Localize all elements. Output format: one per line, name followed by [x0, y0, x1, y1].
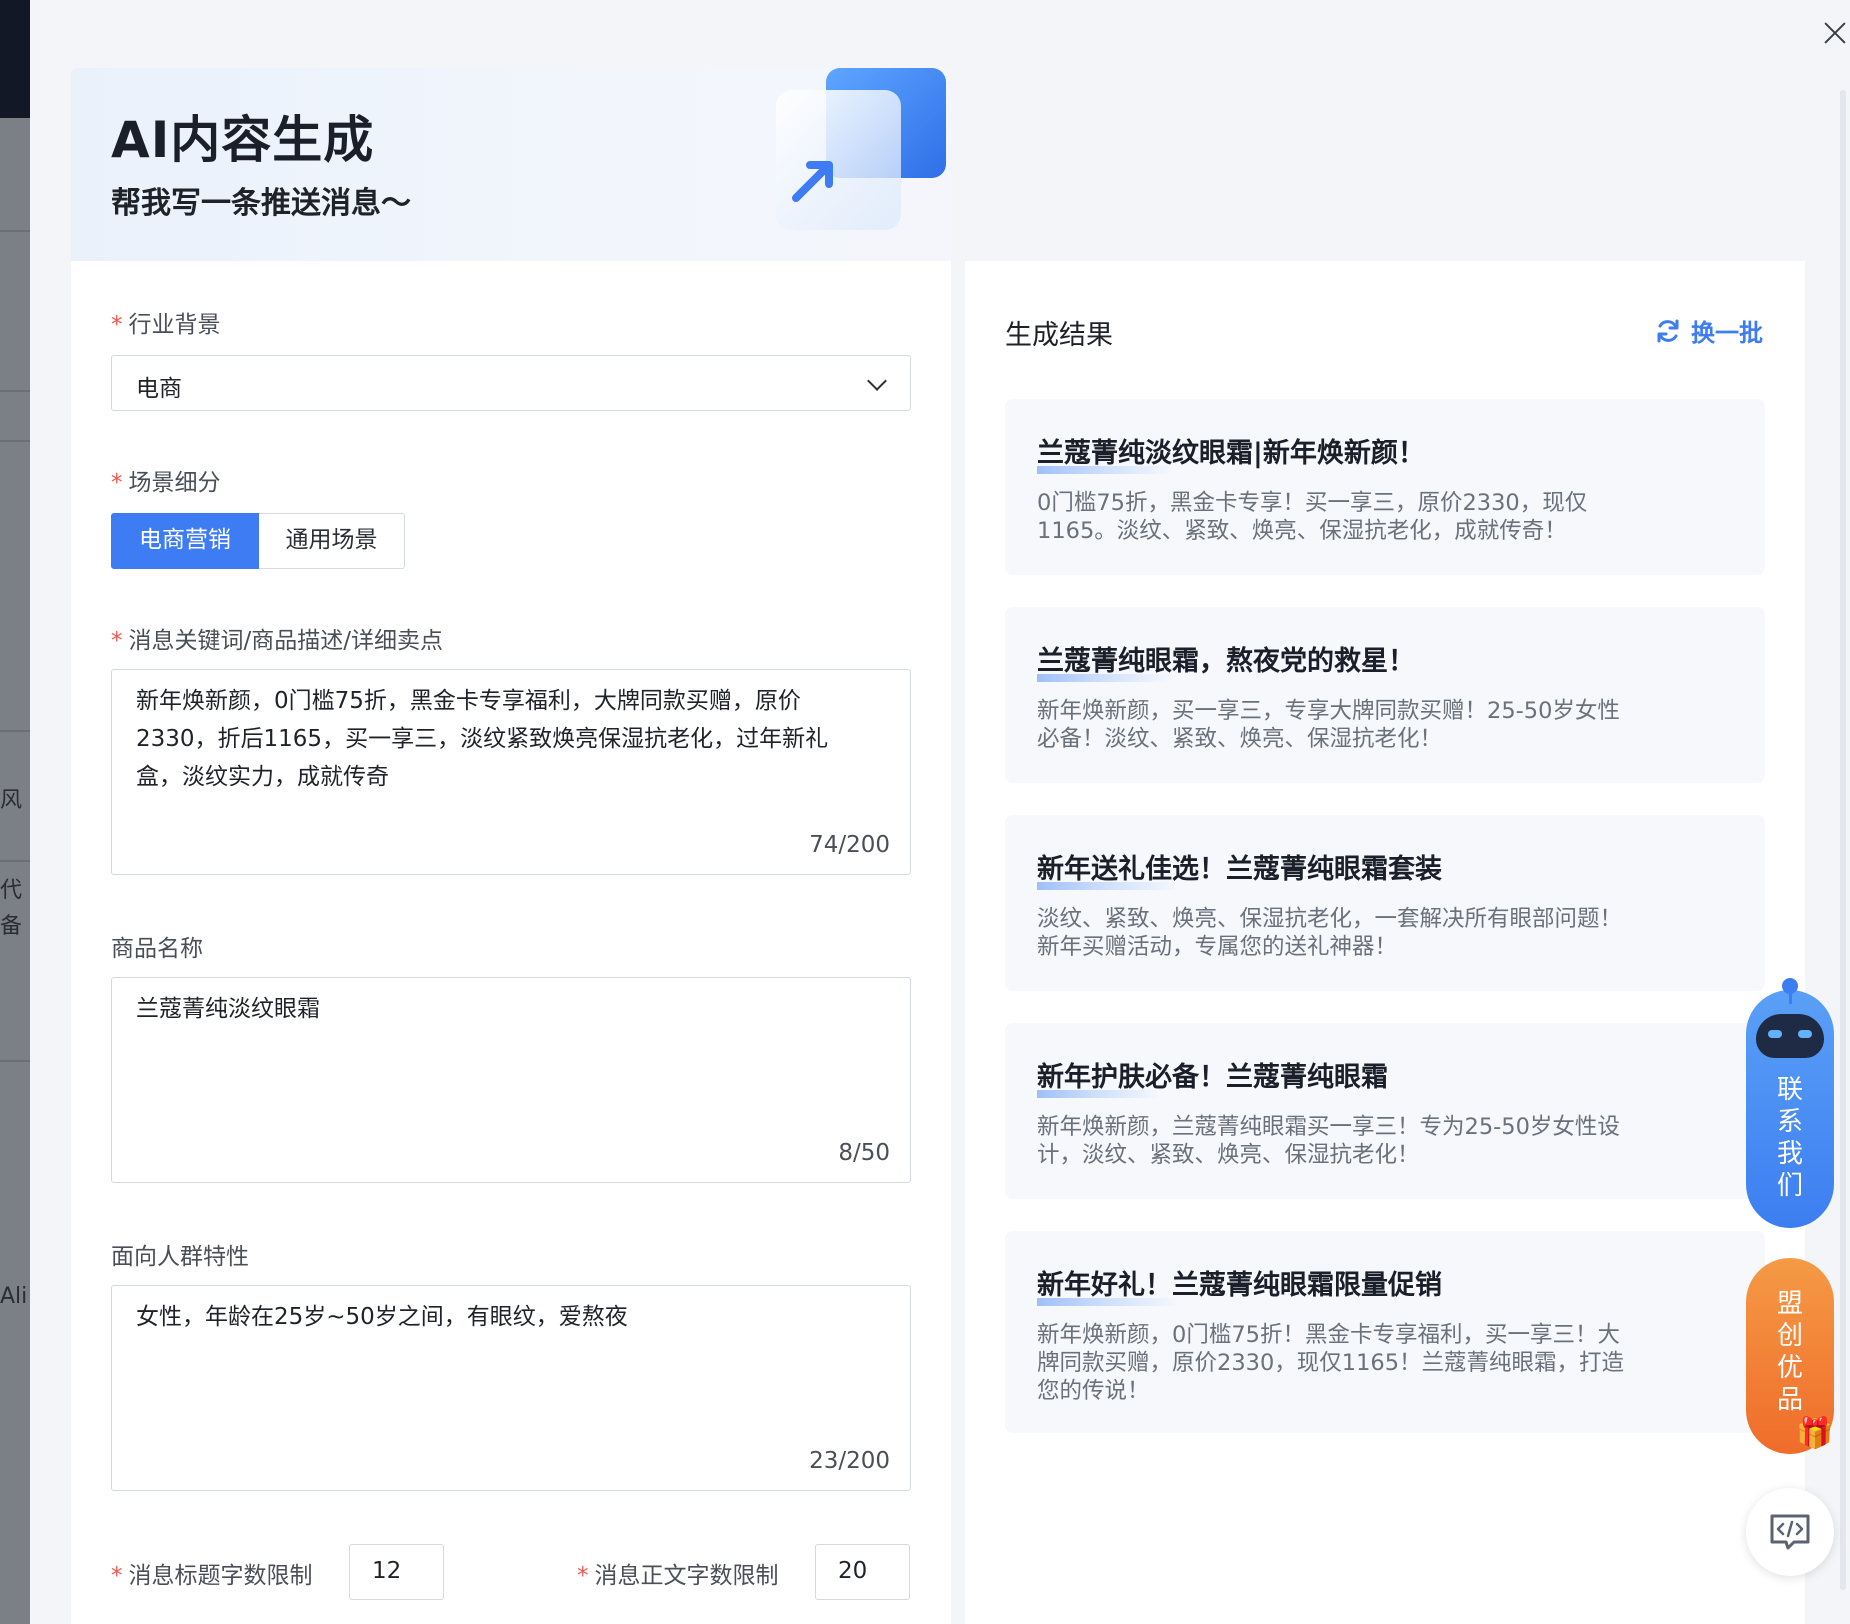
background-text: 备 [0, 914, 23, 939]
robot-antenna-tip [1782, 978, 1798, 994]
background-divider [0, 230, 30, 232]
ai-content-drawer: AI内容生成 帮我写一条推送消息～ * 行业背景 电商 * 场景细分 电商营销 通用… [30, 0, 1850, 1624]
audience-textarea[interactable]: 女性，年龄在25岁~50岁之间，有眼纹，爱熬夜 23/200 [111, 1285, 911, 1491]
keywords-value: 新年焕新颜，0门槛75折，黑金卡专享福利，大牌同款买赠，原价2330，折后116… [136, 688, 829, 790]
background-page: 风 代 备 Ali [0, 0, 30, 1624]
contact-us-label: 联系我们 [1776, 1075, 1803, 1201]
drawer-header: AI内容生成 帮我写一条推送消息～ [71, 68, 951, 261]
keywords-label: * 消息关键词/商品描述/详细卖点 [111, 628, 443, 654]
scene-label: * 场景细分 [111, 470, 221, 496]
product-name-textarea[interactable]: 兰蔻菁纯淡纹眼霜 8/50 [111, 977, 911, 1183]
page-scrollbar[interactable] [1840, 90, 1846, 1590]
result-card[interactable]: 新年好礼！兰蔻菁纯眼霜限量促销 新年焕新颜，0门槛75折！黑金卡专享福利，买一享… [1005, 1231, 1765, 1433]
result-card-title: 兰蔻菁纯淡纹眼霜|新年焕新颜！ [1037, 431, 1425, 474]
result-card[interactable]: 新年护肤必备！兰蔻菁纯眼霜 新年焕新颜，兰蔻菁纯眼霜买一享三！专为25-50岁女… [1005, 1023, 1765, 1199]
keywords-char-count: 74/200 [809, 832, 890, 858]
background-divider [0, 1060, 30, 1062]
promo-button[interactable]: 盟创优品 🎁 [1746, 1258, 1834, 1454]
result-card[interactable]: 兰蔻菁纯眼霜，熬夜党的救星！ 新年焕新颜，买一享三，专享大牌同款买赠！25-50… [1005, 607, 1765, 783]
result-card-title: 新年好礼！兰蔻菁纯眼霜限量促销 [1037, 1263, 1442, 1306]
promo-label: 盟创优品 [1776, 1289, 1803, 1415]
results-title: 生成结果 [1005, 320, 1113, 351]
body-limit-input[interactable]: 20 [815, 1544, 910, 1600]
code-message-icon [1770, 1514, 1810, 1550]
title-limit-label: * 消息标题字数限制 [111, 1563, 313, 1589]
industry-label: * 行业背景 [111, 312, 221, 338]
body-limit-label: * 消息正文字数限制 [577, 1563, 779, 1589]
chevron-down-icon [867, 371, 887, 391]
audience-char-count: 23/200 [809, 1448, 890, 1474]
result-card-body: 0门槛75折，黑金卡专享！买一享三，原价2330，现仅1165。淡纹、紧致、焕亮… [1037, 490, 1588, 544]
industry-value: 电商 [136, 376, 182, 402]
drawer-title: AI内容生成 [111, 111, 375, 169]
keywords-textarea[interactable]: 新年焕新颜，0门槛75折，黑金卡专享福利，大牌同款买赠，原价2330，折后116… [111, 669, 911, 875]
audience-value: 女性，年龄在25岁~50岁之间，有眼纹，爱熬夜 [136, 1304, 628, 1330]
gift-icon: 🎁 [1796, 1416, 1834, 1451]
product-name-label: 商品名称 [111, 936, 203, 962]
background-divider [0, 730, 30, 732]
robot-icon [1756, 1014, 1824, 1058]
generation-form: * 行业背景 电商 * 场景细分 电商营销 通用场景 * 消息关键词/商品描述/详细卖… [71, 261, 951, 1624]
result-card-body: 新年焕新颜，买一享三，专享大牌同款买赠！25-50岁女性必备！淡纹、紧致、焕亮、… [1037, 698, 1620, 752]
audience-label: 面向人群特性 [111, 1244, 249, 1270]
background-text: 风 [0, 788, 23, 813]
result-card-body: 新年焕新颜，0门槛75折！黑金卡专享福利，买一享三！大牌同款买赠，原价2330，… [1037, 1322, 1625, 1404]
background-divider [0, 440, 30, 442]
product-name-value: 兰蔻菁纯淡纹眼霜 [136, 996, 320, 1022]
refresh-button[interactable]: 换一批 [1655, 313, 1763, 348]
industry-select[interactable]: 电商 [111, 355, 911, 411]
code-feedback-button[interactable] [1746, 1488, 1834, 1576]
drawer-subtitle: 帮我写一条推送消息～ [111, 186, 411, 221]
result-card[interactable]: 兰蔻菁纯淡纹眼霜|新年焕新颜！ 0门槛75折，黑金卡专享！买一享三，原价2330… [1005, 399, 1765, 575]
background-text: 代 [0, 878, 23, 903]
contact-us-button[interactable]: 联系我们 [1746, 978, 1834, 1228]
product-name-char-count: 8/50 [838, 1140, 890, 1166]
scene-option-general[interactable]: 通用场景 [259, 513, 405, 569]
results-panel: 生成结果 换一批 兰蔻菁纯淡纹眼霜|新年焕新颜！ 0门槛75折，黑金卡专享！买一… [965, 261, 1805, 1624]
background-text: Ali [0, 1284, 28, 1309]
background-divider [0, 860, 30, 862]
result-card-body: 淡纹、紧致、焕亮、保湿抗老化，一套解决所有眼部问题！新年买赠活动，专属您的送礼神… [1037, 906, 1623, 960]
result-card-title: 兰蔻菁纯眼霜，熬夜党的救星！ [1037, 639, 1415, 682]
result-card-title: 新年送礼佳选！兰蔻菁纯眼霜套装 [1037, 847, 1442, 890]
result-card[interactable]: 新年送礼佳选！兰蔻菁纯眼霜套装 淡纹、紧致、焕亮、保湿抗老化，一套解决所有眼部问… [1005, 815, 1765, 991]
result-card-body: 新年焕新颜，兰蔻菁纯眼霜买一享三！专为25-50岁女性设计，淡纹、紧致、焕亮、保… [1037, 1114, 1620, 1168]
refresh-label: 换一批 [1691, 319, 1763, 347]
send-illustration-icon [776, 68, 946, 230]
close-icon[interactable] [1820, 18, 1850, 48]
scene-option-ecommerce[interactable]: 电商营销 [111, 513, 259, 569]
background-divider [0, 390, 30, 392]
refresh-icon [1657, 319, 1679, 342]
result-card-title: 新年护肤必备！兰蔻菁纯眼霜 [1037, 1055, 1388, 1098]
title-limit-input[interactable]: 12 [349, 1544, 444, 1600]
background-header [0, 0, 30, 118]
